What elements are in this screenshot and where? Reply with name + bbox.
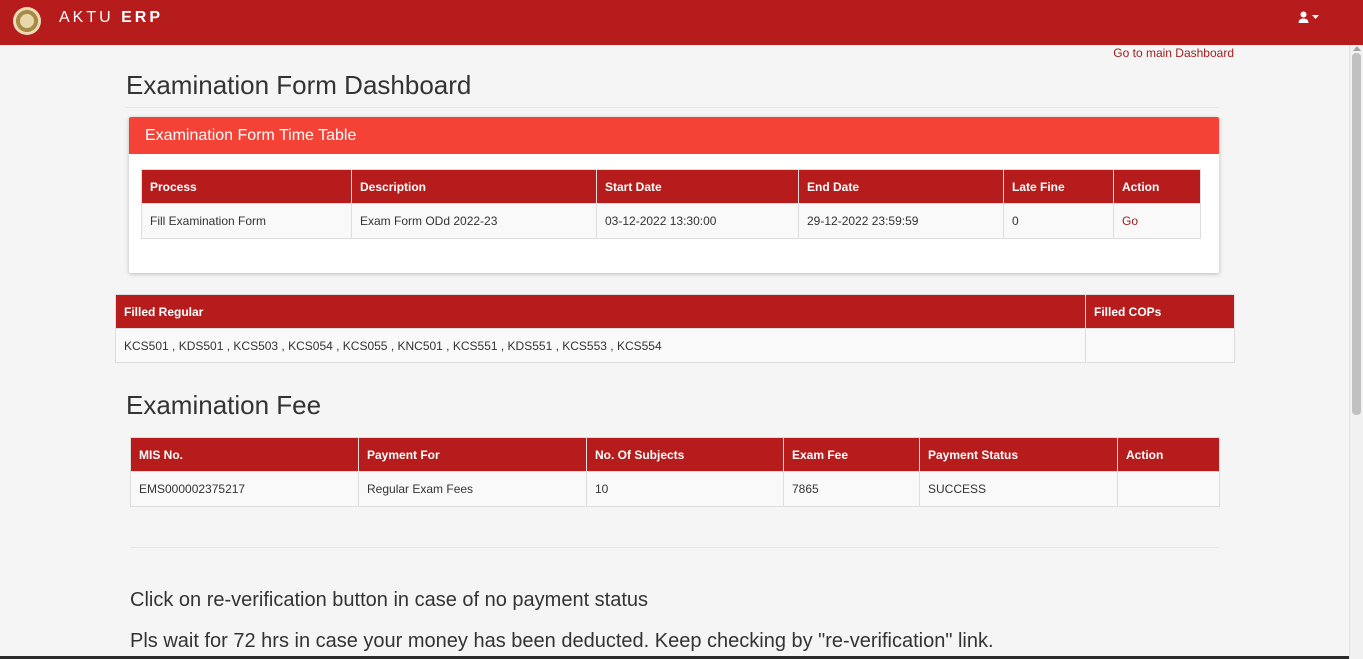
col-no-of-subjects: No. Of Subjects — [586, 437, 784, 472]
brand-title[interactable]: AKTU ERP — [59, 9, 163, 27]
timetable-table: Process Description Start Date End Date … — [141, 169, 1201, 239]
user-dropdown-icon[interactable] — [1297, 10, 1323, 26]
scroll-up-arrow-icon[interactable] — [1353, 46, 1361, 51]
filled-header-row: Filled Regular Filled COPs — [115, 294, 1235, 329]
top-navbar: AKTU ERP — [0, 0, 1363, 45]
brand-bold-text: ERP — [121, 9, 164, 26]
main-dashboard-link[interactable]: Go to main Dashboard — [1113, 46, 1234, 60]
col-exam-fee: Exam Fee — [783, 437, 920, 472]
col-payment-for: Payment For — [358, 437, 587, 472]
late-fine-cell: 0 — [1003, 203, 1114, 239]
section-divider — [130, 547, 1219, 548]
scrollbar-thumb[interactable] — [1352, 53, 1361, 415]
col-late-fine: Late Fine — [1003, 169, 1114, 204]
fee-header-row: MIS No. Payment For No. Of Subjects Exam… — [130, 437, 1220, 472]
col-description: Description — [351, 169, 597, 204]
start-date-cell: 03-12-2022 13:30:00 — [596, 203, 799, 239]
page-title: Examination Form Dashboard — [126, 70, 472, 100]
col-end-date: End Date — [798, 169, 1004, 204]
process-cell: Fill Examination Form — [141, 203, 352, 239]
fee-table: MIS No. Payment For No. Of Subjects Exam… — [130, 437, 1220, 507]
end-date-cell: 29-12-2022 23:59:59 — [798, 203, 1004, 239]
col-mis-no: MIS No. — [130, 437, 359, 472]
university-seal-icon[interactable] — [13, 7, 41, 35]
filled-regular-cell: KCS501 , KDS501 , KCS503 , KCS054 , KCS0… — [115, 328, 1086, 363]
col-payment-status: Payment Status — [919, 437, 1118, 472]
timetable-header-row: Process Description Start Date End Date … — [141, 169, 1201, 204]
examination-fee-title: Examination Fee — [126, 390, 322, 420]
brand-light-text: AKTU — [59, 9, 114, 26]
fee-action-cell — [1117, 471, 1220, 507]
mis-no-cell: EMS000002375217 — [130, 471, 359, 507]
col-filled-cops: Filled COPs — [1085, 294, 1235, 329]
timetable-panel: Examination Form Time Table Process Desc… — [129, 117, 1219, 273]
reverification-note: Click on re-verification button in case … — [130, 589, 649, 611]
wait-note: Pls wait for 72 hrs in case your money h… — [130, 630, 994, 652]
filled-cops-cell — [1085, 328, 1235, 363]
col-process: Process — [141, 169, 352, 204]
table-row: Fill Examination Form Exam Form ODd 2022… — [141, 203, 1201, 239]
vertical-scrollbar[interactable] — [1349, 45, 1363, 659]
table-row: KCS501 , KDS501 , KCS503 , KCS054 , KCS0… — [115, 328, 1235, 363]
payment-status-cell: SUCCESS — [919, 471, 1118, 507]
subjects-cell: 10 — [586, 471, 784, 507]
description-cell: Exam Form ODd 2022-23 — [351, 203, 597, 239]
filled-subjects-table: Filled Regular Filled COPs KCS501 , KDS5… — [115, 294, 1235, 363]
col-action: Action — [1113, 169, 1201, 204]
go-link[interactable]: Go — [1122, 214, 1138, 228]
title-divider — [126, 107, 1219, 108]
col-start-date: Start Date — [596, 169, 799, 204]
col-fee-action: Action — [1117, 437, 1220, 472]
action-cell: Go — [1113, 203, 1201, 239]
col-filled-regular: Filled Regular — [115, 294, 1086, 329]
timetable-panel-title: Examination Form Time Table — [129, 117, 1219, 154]
table-row: EMS000002375217 Regular Exam Fees 10 786… — [130, 471, 1220, 507]
exam-fee-cell: 7865 — [783, 471, 920, 507]
payment-for-cell: Regular Exam Fees — [358, 471, 587, 507]
